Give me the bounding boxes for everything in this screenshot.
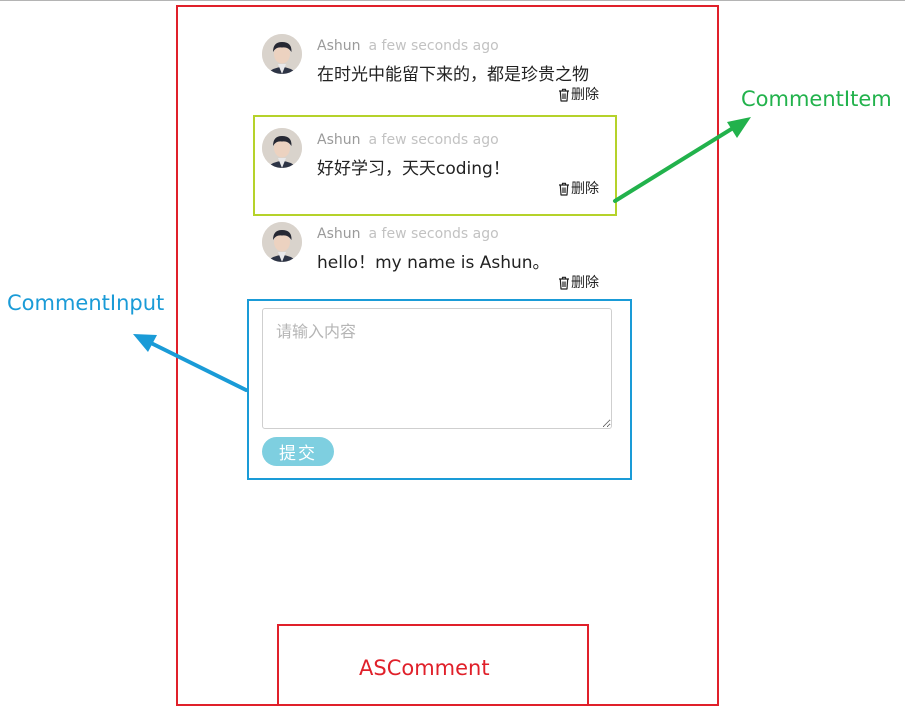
comment-time: a few seconds ago <box>368 38 499 54</box>
comment-text: 好好学习，天天coding！ <box>317 159 510 179</box>
delete-label: 删除 <box>571 87 599 103</box>
comment-item: Ashun a few seconds ago hello！my name is … <box>262 222 607 292</box>
delete-button[interactable]: 删除 <box>558 180 599 198</box>
avatar <box>262 34 302 74</box>
delete-button[interactable]: 删除 <box>558 274 599 292</box>
comment-text: hello！my name is Ashun。 <box>317 253 550 273</box>
user-avatar-icon <box>262 128 302 168</box>
avatar <box>262 128 302 168</box>
delete-button[interactable]: 删除 <box>558 86 599 104</box>
user-avatar-icon <box>262 222 302 262</box>
comment-item: Ashun a few seconds ago 好好学习，天天coding！ 删除 <box>262 128 607 198</box>
commentinput-label: CommentInput <box>7 291 165 315</box>
comment-author: Ashun <box>317 226 361 242</box>
comment-author: Ashun <box>317 38 361 54</box>
top-divider <box>0 0 905 1</box>
trash-icon <box>558 88 570 102</box>
delete-label: 删除 <box>571 275 599 291</box>
ascomment-label: ASComment <box>359 656 490 680</box>
submit-button[interactable]: 提交 <box>262 437 334 466</box>
commentitem-label: CommentItem <box>741 87 892 111</box>
comment-textarea[interactable] <box>262 308 612 429</box>
comment-author: Ashun <box>317 132 361 148</box>
comment-time: a few seconds ago <box>368 132 499 148</box>
comment-input-area <box>262 308 612 433</box>
user-avatar-icon <box>262 34 302 74</box>
comment-text: 在时光中能留下来的，都是珍贵之物 <box>317 65 589 85</box>
trash-icon <box>558 182 570 196</box>
trash-icon <box>558 276 570 290</box>
comment-item: Ashun a few seconds ago 在时光中能留下来的，都是珍贵之物 … <box>262 34 607 104</box>
delete-label: 删除 <box>571 181 599 197</box>
avatar <box>262 222 302 262</box>
comment-time: a few seconds ago <box>368 226 499 242</box>
